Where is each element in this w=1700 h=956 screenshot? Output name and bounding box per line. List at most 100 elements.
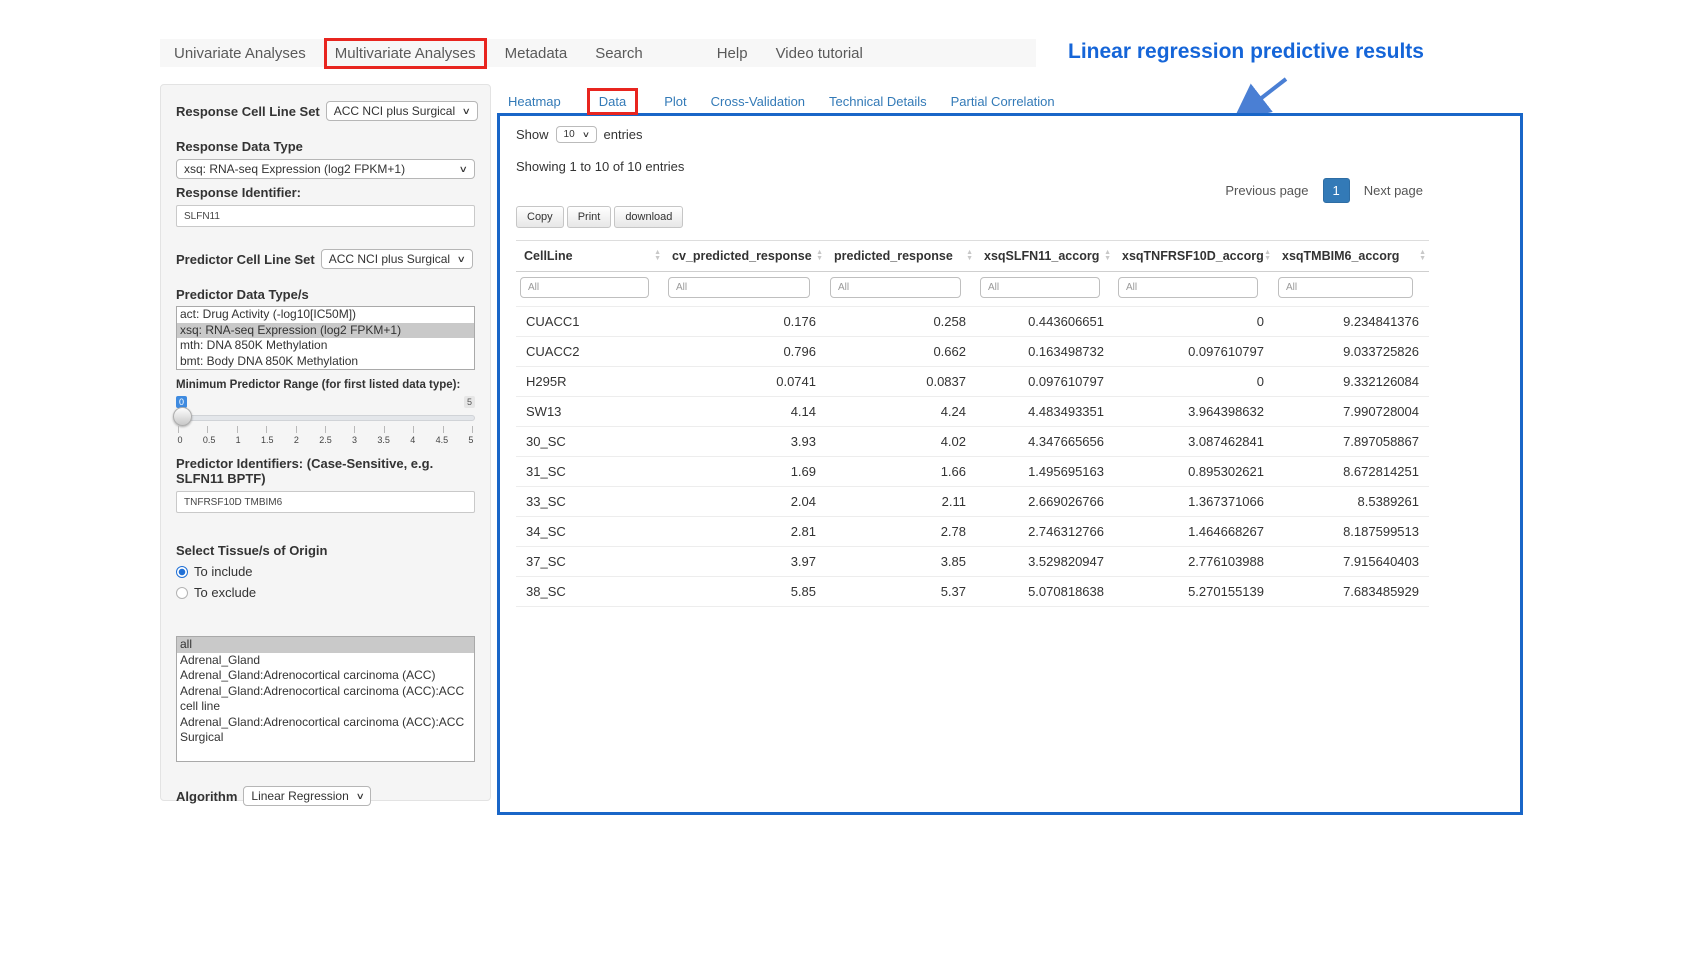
- tissue-option-adrenal-gland[interactable]: Adrenal_Gland: [177, 653, 474, 669]
- radio-button-icon: [176, 587, 188, 599]
- nav-item-video-tutorial[interactable]: Video tutorial: [762, 45, 877, 62]
- table-row: 34_SC2.812.782.7463127661.4646682678.187…: [516, 517, 1429, 547]
- tab-technical-details[interactable]: Technical Details: [829, 94, 927, 109]
- slider-grid-label: 3.5: [372, 435, 396, 445]
- table-row: H295R0.07410.08370.09761079709.332126084: [516, 367, 1429, 397]
- cell-xsqtmbim6-accorg: 9.332126084: [1274, 367, 1429, 397]
- tissue-option-all[interactable]: all: [177, 637, 474, 653]
- show-entries-suffix: entries: [604, 127, 643, 142]
- tab-heatmap[interactable]: Heatmap: [508, 94, 561, 109]
- table-row: 33_SC2.042.112.6690267661.3673710668.538…: [516, 487, 1429, 517]
- column-header-label: predicted_response: [834, 249, 953, 263]
- radio-button-icon: [176, 566, 188, 578]
- predictor-datatype-option-xsq[interactable]: xsq: RNA-seq Expression (log2 FPKM+1): [177, 323, 474, 339]
- nav-item-univariate-analyses[interactable]: Univariate Analyses: [160, 45, 320, 62]
- table-buttons: CopyPrintdownload: [516, 206, 1504, 228]
- cell-cv-predicted-response: 2.81: [664, 517, 826, 547]
- table-print-button[interactable]: Print: [567, 206, 612, 228]
- sort-icon[interactable]: ▲▼: [966, 250, 973, 261]
- filter-input-xsqslfn11-accorg[interactable]: [980, 277, 1100, 298]
- column-header-predicted-response[interactable]: predicted_response ▲▼: [826, 241, 976, 272]
- slider-handle[interactable]: [173, 407, 192, 426]
- page-number-button[interactable]: 1: [1323, 178, 1350, 203]
- cell-xsqtmbim6-accorg: 9.033725826: [1274, 337, 1429, 367]
- response-data-type-select[interactable]: xsq: RNA-seq Expression (log2 FPKM+1) ∨: [176, 159, 475, 179]
- page-length-select[interactable]: 10 ∨: [556, 126, 597, 143]
- cell-xsqslfn11-accorg: 2.746312766: [976, 517, 1114, 547]
- cell-xsqtmbim6-accorg: 7.683485929: [1274, 577, 1429, 607]
- predictor-datatype-option-act[interactable]: act: Drug Activity (-log10[IC50M]): [177, 307, 474, 323]
- cell-predicted-response: 3.85: [826, 547, 976, 577]
- column-header-xsqtmbim6-accorg[interactable]: xsqTMBIM6_accorg ▲▼: [1274, 241, 1429, 272]
- filter-input-predicted-response[interactable]: [830, 277, 961, 298]
- cell-xsqtnfrsf10d-accorg: 5.270155139: [1114, 577, 1274, 607]
- slider-track[interactable]: [176, 415, 475, 421]
- cell-predicted-response: 4.24: [826, 397, 976, 427]
- tissue-option-adrenal-gland-adrenocortical-carcinoma-acc[interactable]: Adrenal_Gland:Adrenocortical carcinoma (…: [177, 668, 474, 684]
- nav-item-help[interactable]: Help: [703, 45, 762, 62]
- tab-partial-correlation[interactable]: Partial Correlation: [951, 94, 1055, 109]
- column-header-cv-predicted-response[interactable]: cv_predicted_response▲▼: [664, 241, 826, 272]
- tab-cross-validation[interactable]: Cross-Validation: [711, 94, 805, 109]
- select-value: ACC NCI plus Surgical: [329, 252, 450, 266]
- response-identifier-label: Response Identifier:: [176, 185, 475, 200]
- tissue-radio-to-exclude[interactable]: To exclude: [176, 585, 475, 600]
- predictor-identifiers-input[interactable]: [176, 491, 475, 513]
- nav-item-multivariate-analyses[interactable]: Multivariate Analyses: [324, 38, 487, 69]
- sort-icon[interactable]: ▲▼: [1104, 250, 1111, 261]
- slider-grid-labels: 00.511.522.533.544.55: [168, 435, 483, 445]
- next-page-button[interactable]: Next page: [1358, 179, 1429, 202]
- nav-item-metadata[interactable]: Metadata: [491, 45, 582, 62]
- sort-icon[interactable]: ▲▼: [816, 250, 823, 261]
- cell-xsqslfn11-accorg: 0.097610797: [976, 367, 1114, 397]
- tissue-origin-label: Select Tissue/s of Origin: [176, 543, 475, 558]
- sort-icon[interactable]: ▲▼: [1264, 250, 1271, 261]
- slider-grid-tick: [207, 426, 208, 433]
- filter-input-cellline[interactable]: [520, 277, 649, 298]
- cell-cellline: 38_SC: [516, 577, 664, 607]
- slider-grid-tick: [325, 426, 326, 433]
- filter-cell-cv-predicted-response: [664, 272, 826, 307]
- tab-plot[interactable]: Plot: [664, 94, 686, 109]
- predictor-cell-line-set-select[interactable]: ACC NCI plus Surgical ∨: [321, 249, 473, 269]
- cell-predicted-response: 1.66: [826, 457, 976, 487]
- filter-cell-xsqslfn11-accorg: [976, 272, 1114, 307]
- chevron-down-icon: ∨: [459, 164, 468, 175]
- cell-xsqtnfrsf10d-accorg: 1.464668267: [1114, 517, 1274, 547]
- cell-cellline: SW13: [516, 397, 664, 427]
- cell-cv-predicted-response: 4.14: [664, 397, 826, 427]
- table-row: 30_SC3.934.024.3476656563.0874628417.897…: [516, 427, 1429, 457]
- previous-page-button[interactable]: Previous page: [1219, 179, 1314, 202]
- sort-desc-icon: ▼: [966, 256, 973, 262]
- tissue-option-adrenal-gland-adrenocortical-carcinoma-acc[interactable]: Adrenal_Gland:Adrenocortical carcinoma (…: [177, 684, 474, 715]
- tab-data[interactable]: Data: [587, 88, 638, 115]
- column-header-xsqtnfrsf10d-accorg[interactable]: xsqTNFRSF10D_accorg▲▼: [1114, 241, 1274, 272]
- sort-icon[interactable]: ▲▼: [654, 250, 661, 261]
- response-data-type-label: Response Data Type: [176, 139, 475, 154]
- predictor-datatype-option-bmt[interactable]: bmt: Body DNA 850K Methylation: [177, 354, 474, 370]
- slider-grid-label: 0.5: [197, 435, 221, 445]
- algorithm-select[interactable]: Linear Regression ∨: [243, 786, 371, 806]
- min-predictor-range-slider[interactable]: 0 5 00.511.522.533.544.55: [176, 396, 475, 448]
- sort-icon[interactable]: ▲▼: [1419, 250, 1426, 261]
- chevron-down-icon: ∨: [581, 130, 589, 139]
- tissue-radio-to-include[interactable]: To include: [176, 564, 475, 579]
- column-header-xsqslfn11-accorg[interactable]: xsqSLFN11_accorg ▲▼: [976, 241, 1114, 272]
- table-row: CUACC10.1760.2580.44360665109.234841376: [516, 307, 1429, 337]
- column-header-cellline[interactable]: CellLine▲▼: [516, 241, 664, 272]
- filter-input-xsqtmbim6-accorg[interactable]: [1278, 277, 1413, 298]
- filter-input-cv-predicted-response[interactable]: [668, 277, 810, 298]
- column-header-label: xsqTMBIM6_accorg: [1282, 249, 1399, 263]
- slider-grid-tick: [443, 426, 444, 433]
- nav-item-search[interactable]: Search: [581, 45, 657, 62]
- response-cell-line-set-select[interactable]: ACC NCI plus Surgical ∨: [326, 101, 478, 121]
- table-download-button[interactable]: download: [614, 206, 683, 228]
- response-identifier-input[interactable]: [176, 205, 475, 227]
- table-copy-button[interactable]: Copy: [516, 206, 564, 228]
- cell-xsqtnfrsf10d-accorg: 3.964398632: [1114, 397, 1274, 427]
- column-header-label: xsqSLFN11_accorg: [984, 249, 1099, 263]
- tissue-option-adrenal-gland-adrenocortical-carcinoma-acc[interactable]: Adrenal_Gland:Adrenocortical carcinoma (…: [177, 715, 474, 746]
- filter-input-xsqtnfrsf10d-accorg[interactable]: [1118, 277, 1258, 298]
- predictor-datatype-option-mth[interactable]: mth: DNA 850K Methylation: [177, 338, 474, 354]
- predictor-data-type-label: Predictor Data Type/s: [176, 287, 475, 302]
